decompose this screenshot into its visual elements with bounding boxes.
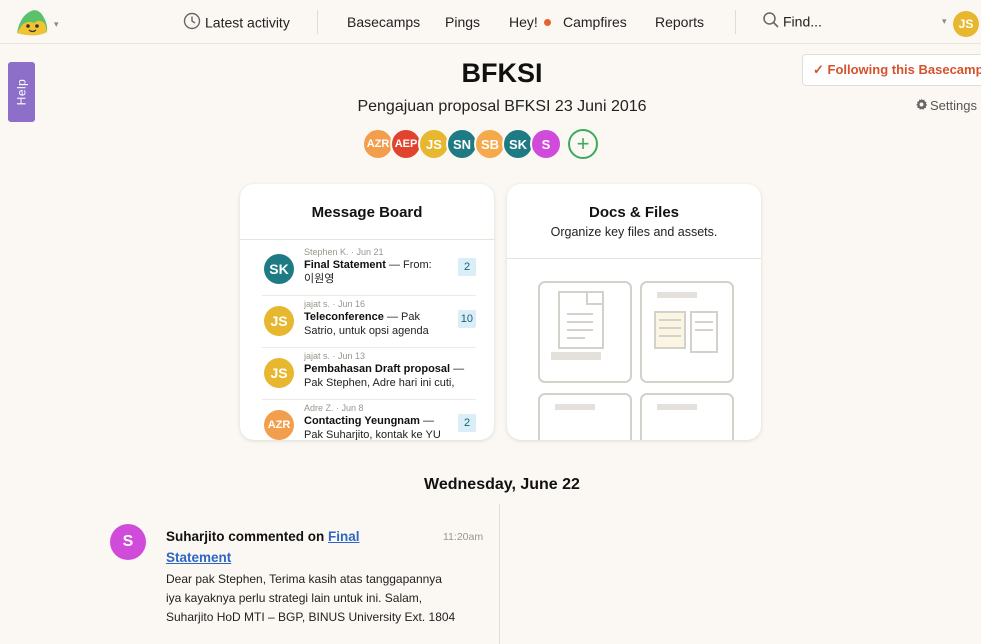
- message-list: SK Stephen K. · Jun 21 Final Statement —…: [262, 244, 476, 440]
- top-navigation: ▾ Latest activity Basecamps Pings Hey! C…: [0, 0, 981, 44]
- day-heading: Wednesday, June 22: [424, 476, 580, 493]
- commenter-avatar[interactable]: S: [110, 524, 146, 560]
- author-avatar: AZR: [264, 410, 294, 440]
- message-subject: Contacting Yeungnam: [304, 415, 420, 427]
- docs-illustration: [537, 278, 737, 440]
- search-icon: [762, 11, 780, 32]
- activity-actor: Suharjito commented on: [166, 529, 329, 544]
- settings-label: Settings: [930, 98, 977, 114]
- activity-comment-body: Dear pak Stephen, Terima kasih atas tang…: [166, 572, 456, 624]
- pings-link[interactable]: Pings: [445, 14, 480, 30]
- plus-icon: +: [576, 131, 590, 156]
- clock-icon: [183, 12, 201, 33]
- message-summary: Teleconference — Pak Satrio, untuk opsi …: [304, 310, 444, 338]
- hey-link[interactable]: Hey!: [509, 14, 557, 30]
- message-summary: Pembahasan Draft proposal — Pak Stephen,…: [304, 362, 474, 390]
- message-meta: jajat s. · Jun 13: [304, 351, 366, 361]
- following-button[interactable]: ✓ Following this Basecamp: [802, 54, 981, 86]
- comment-count-badge: 2: [458, 258, 476, 276]
- gear-icon: [915, 98, 928, 114]
- author-avatar: JS: [264, 306, 294, 336]
- message-subject: Teleconference: [304, 311, 384, 323]
- docs-files-card[interactable]: Docs & Files Organize key files and asse…: [507, 184, 761, 440]
- activity-headline: Suharjito commented on Final Statement: [166, 526, 386, 568]
- docs-files-title[interactable]: Docs & Files: [507, 204, 761, 221]
- latest-activity-label: Latest activity: [205, 14, 290, 31]
- message-item[interactable]: JS jajat s. · Jun 13 Pembahasan Draft pr…: [262, 348, 476, 400]
- campfires-link[interactable]: Campfires: [563, 14, 627, 30]
- message-meta: Stephen K. · Jun 21: [304, 247, 384, 257]
- svg-text:▾: ▾: [54, 20, 59, 30]
- find-button[interactable]: Find...: [762, 11, 822, 32]
- activity-timestamp: 11:20am: [443, 531, 484, 543]
- nav-divider: [317, 10, 318, 34]
- message-board-card[interactable]: Message Board SK Stephen K. · Jun 21 Fin…: [240, 184, 494, 440]
- message-meta: jajat s. · Jun 16: [304, 299, 366, 309]
- chevron-down-icon: ▾: [942, 16, 947, 26]
- comment-count-badge: 10: [457, 310, 476, 328]
- basecamps-link[interactable]: Basecamps: [347, 14, 420, 30]
- reports-link[interactable]: Reports: [655, 14, 704, 30]
- hey-label: Hey!: [509, 14, 538, 30]
- project-description: Pengajuan proposal BFKSI 23 Juni 2016: [357, 98, 647, 115]
- message-subject: Pembahasan Draft proposal: [304, 363, 451, 375]
- unread-dot: [543, 19, 551, 27]
- message-item[interactable]: AZR Adre Z. · Jun 8 Contacting Yeungnam …: [262, 400, 476, 440]
- people-list: AZR AEP JS SN SB SK S +: [362, 128, 598, 162]
- message-board-title[interactable]: Message Board: [240, 204, 494, 240]
- comment-count-badge: 2: [458, 414, 476, 432]
- docs-files-description: Organize key files and assets.: [550, 225, 718, 239]
- nav-divider: [735, 10, 736, 34]
- message-item[interactable]: JS jajat s. · Jun 16 Teleconference — Pa…: [262, 296, 476, 348]
- message-summary: Final Statement — From: 이원영: [304, 258, 444, 286]
- message-meta: Adre Z. · Jun 8: [304, 403, 364, 413]
- card-divider: [507, 258, 761, 259]
- message-subject: Final Statement: [304, 259, 386, 271]
- basecamp-logo[interactable]: ▾: [14, 6, 64, 38]
- latest-activity-link[interactable]: Latest activity: [183, 12, 290, 33]
- my-avatar[interactable]: JS: [953, 11, 979, 37]
- message-summary: Contacting Yeungnam — Pak Suharjito, kon…: [304, 414, 444, 440]
- author-avatar: JS: [264, 358, 294, 388]
- settings-button[interactable]: Settings: [915, 97, 977, 114]
- author-avatar: SK: [264, 254, 294, 284]
- timeline-divider: [499, 504, 500, 644]
- message-item[interactable]: SK Stephen K. · Jun 21 Final Statement —…: [262, 244, 476, 296]
- person-avatar[interactable]: S: [530, 128, 562, 160]
- add-people-button[interactable]: +: [568, 129, 598, 159]
- find-label: Find...: [783, 13, 822, 30]
